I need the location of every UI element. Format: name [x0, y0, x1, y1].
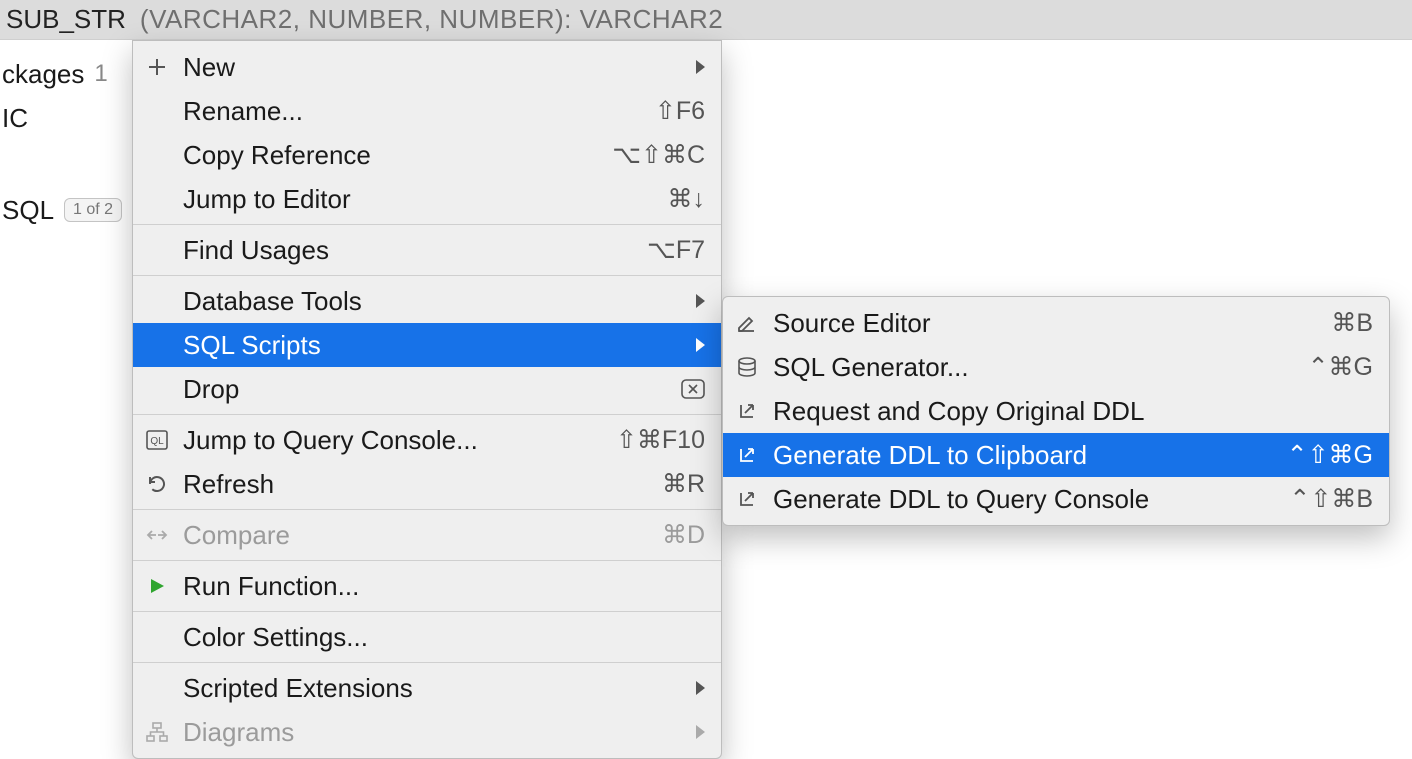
menu-label: Diagrams: [183, 717, 676, 748]
menu-label: Database Tools: [183, 286, 676, 317]
menu-label: Source Editor: [773, 308, 1319, 339]
submenu-source-editor[interactable]: Source Editor ⌘B: [723, 301, 1389, 345]
shortcut: ⇧⌘F10: [616, 425, 705, 455]
menu-label: Refresh: [183, 469, 650, 500]
menu-label: Scripted Extensions: [183, 673, 676, 704]
menu-label: Rename...: [183, 96, 643, 127]
separator: [133, 509, 721, 510]
query-console-icon: QL: [143, 426, 171, 454]
shortcut: ⌘D: [662, 520, 705, 550]
svg-text:QL: QL: [150, 436, 164, 447]
menu-color-settings[interactable]: Color Settings...: [133, 615, 721, 659]
shortcut: ⌃⌘G: [1308, 352, 1373, 382]
separator: [133, 224, 721, 225]
shortcut: ⌘↓: [668, 184, 706, 214]
menu-label: Jump to Query Console...: [183, 425, 604, 456]
menu-compare: Compare ⌘D: [133, 513, 721, 557]
shortcut: ⌥F7: [647, 235, 705, 265]
menu-drop[interactable]: Drop: [133, 367, 721, 411]
menu-refresh[interactable]: Refresh ⌘R: [133, 462, 721, 506]
menu-label: Compare: [183, 520, 650, 551]
run-icon: [143, 572, 171, 600]
export-icon: [733, 485, 761, 513]
separator: [133, 560, 721, 561]
menu-label: Run Function...: [183, 571, 705, 602]
plus-icon: [143, 53, 171, 81]
separator: [133, 414, 721, 415]
menu-copy-reference[interactable]: Copy Reference ⌥⇧⌘C: [133, 133, 721, 177]
shortcut: ⌥⇧⌘C: [612, 140, 705, 170]
side-row-label: SQL: [2, 195, 54, 226]
separator: [133, 275, 721, 276]
menu-jump-editor[interactable]: Jump to Editor ⌘↓: [133, 177, 721, 221]
menu-jump-query-console[interactable]: QL Jump to Query Console... ⇧⌘F10: [133, 418, 721, 462]
separator: [133, 662, 721, 663]
object-signature: (VARCHAR2, NUMBER, NUMBER): VARCHAR2: [140, 4, 723, 35]
edit-icon: [733, 309, 761, 337]
side-panel: ckages 1 IC SQL 1 of 2: [0, 40, 132, 232]
title-bar: SUB_STR (VARCHAR2, NUMBER, NUMBER): VARC…: [0, 0, 1412, 40]
submenu-arrow-icon: [696, 60, 705, 74]
menu-label: Generate DDL to Query Console: [773, 484, 1277, 515]
sql-scripts-submenu: Source Editor ⌘B SQL Generator... ⌃⌘G Re…: [722, 296, 1390, 526]
submenu-request-copy-ddl[interactable]: Request and Copy Original DDL: [723, 389, 1389, 433]
refresh-icon: [143, 470, 171, 498]
menu-label: New: [183, 52, 676, 83]
submenu-generate-ddl-console[interactable]: Generate DDL to Query Console ⌃⇧⌘B: [723, 477, 1389, 521]
compare-icon: [143, 521, 171, 549]
menu-label: Find Usages: [183, 235, 635, 266]
menu-label: SQL Scripts: [183, 330, 676, 361]
side-row-label: ckages: [2, 59, 84, 90]
export-icon: [733, 397, 761, 425]
menu-label: Request and Copy Original DDL: [773, 396, 1373, 427]
menu-rename[interactable]: Rename... ⇧F6: [133, 89, 721, 133]
menu-label: Color Settings...: [183, 622, 705, 653]
submenu-arrow-icon: [696, 681, 705, 695]
side-row-ic[interactable]: IC: [2, 96, 132, 140]
shortcut: ⌃⇧⌘B: [1289, 484, 1373, 514]
menu-label: Copy Reference: [183, 140, 600, 171]
side-row-packages[interactable]: ckages 1: [2, 52, 132, 96]
side-row-count: 1: [94, 60, 107, 88]
object-name: SUB_STR: [6, 4, 126, 35]
submenu-sql-generator[interactable]: SQL Generator... ⌃⌘G: [723, 345, 1389, 389]
menu-diagrams: Diagrams: [133, 710, 721, 754]
menu-label: Jump to Editor: [183, 184, 656, 215]
menu-run-function[interactable]: Run Function...: [133, 564, 721, 608]
menu-find-usages[interactable]: Find Usages ⌥F7: [133, 228, 721, 272]
usage-count-badge: 1 of 2: [64, 198, 122, 222]
submenu-arrow-icon: [696, 338, 705, 352]
menu-label: Drop: [183, 374, 669, 405]
submenu-generate-ddl-clipboard[interactable]: Generate DDL to Clipboard ⌃⇧⌘G: [723, 433, 1389, 477]
side-row-sql[interactable]: SQL 1 of 2: [2, 188, 132, 232]
side-row-label: IC: [2, 103, 28, 134]
shortcut: ⌃⇧⌘G: [1287, 440, 1373, 470]
menu-label: Generate DDL to Clipboard: [773, 440, 1275, 471]
separator: [133, 611, 721, 612]
menu-sql-scripts[interactable]: SQL Scripts: [133, 323, 721, 367]
menu-database-tools[interactable]: Database Tools: [133, 279, 721, 323]
shortcut: ⌘R: [662, 469, 705, 499]
menu-label: SQL Generator...: [773, 352, 1296, 383]
submenu-arrow-icon: [696, 725, 705, 739]
menu-new[interactable]: New: [133, 45, 721, 89]
context-menu: New Rename... ⇧F6 Copy Reference ⌥⇧⌘C Ju…: [132, 40, 722, 759]
export-icon: [733, 441, 761, 469]
menu-scripted-extensions[interactable]: Scripted Extensions: [133, 666, 721, 710]
shortcut: ⇧F6: [655, 96, 705, 126]
shortcut: ⌘B: [1331, 308, 1373, 338]
diagram-icon: [143, 718, 171, 746]
delete-icon: [681, 375, 705, 403]
submenu-arrow-icon: [696, 294, 705, 308]
database-icon: [733, 353, 761, 381]
